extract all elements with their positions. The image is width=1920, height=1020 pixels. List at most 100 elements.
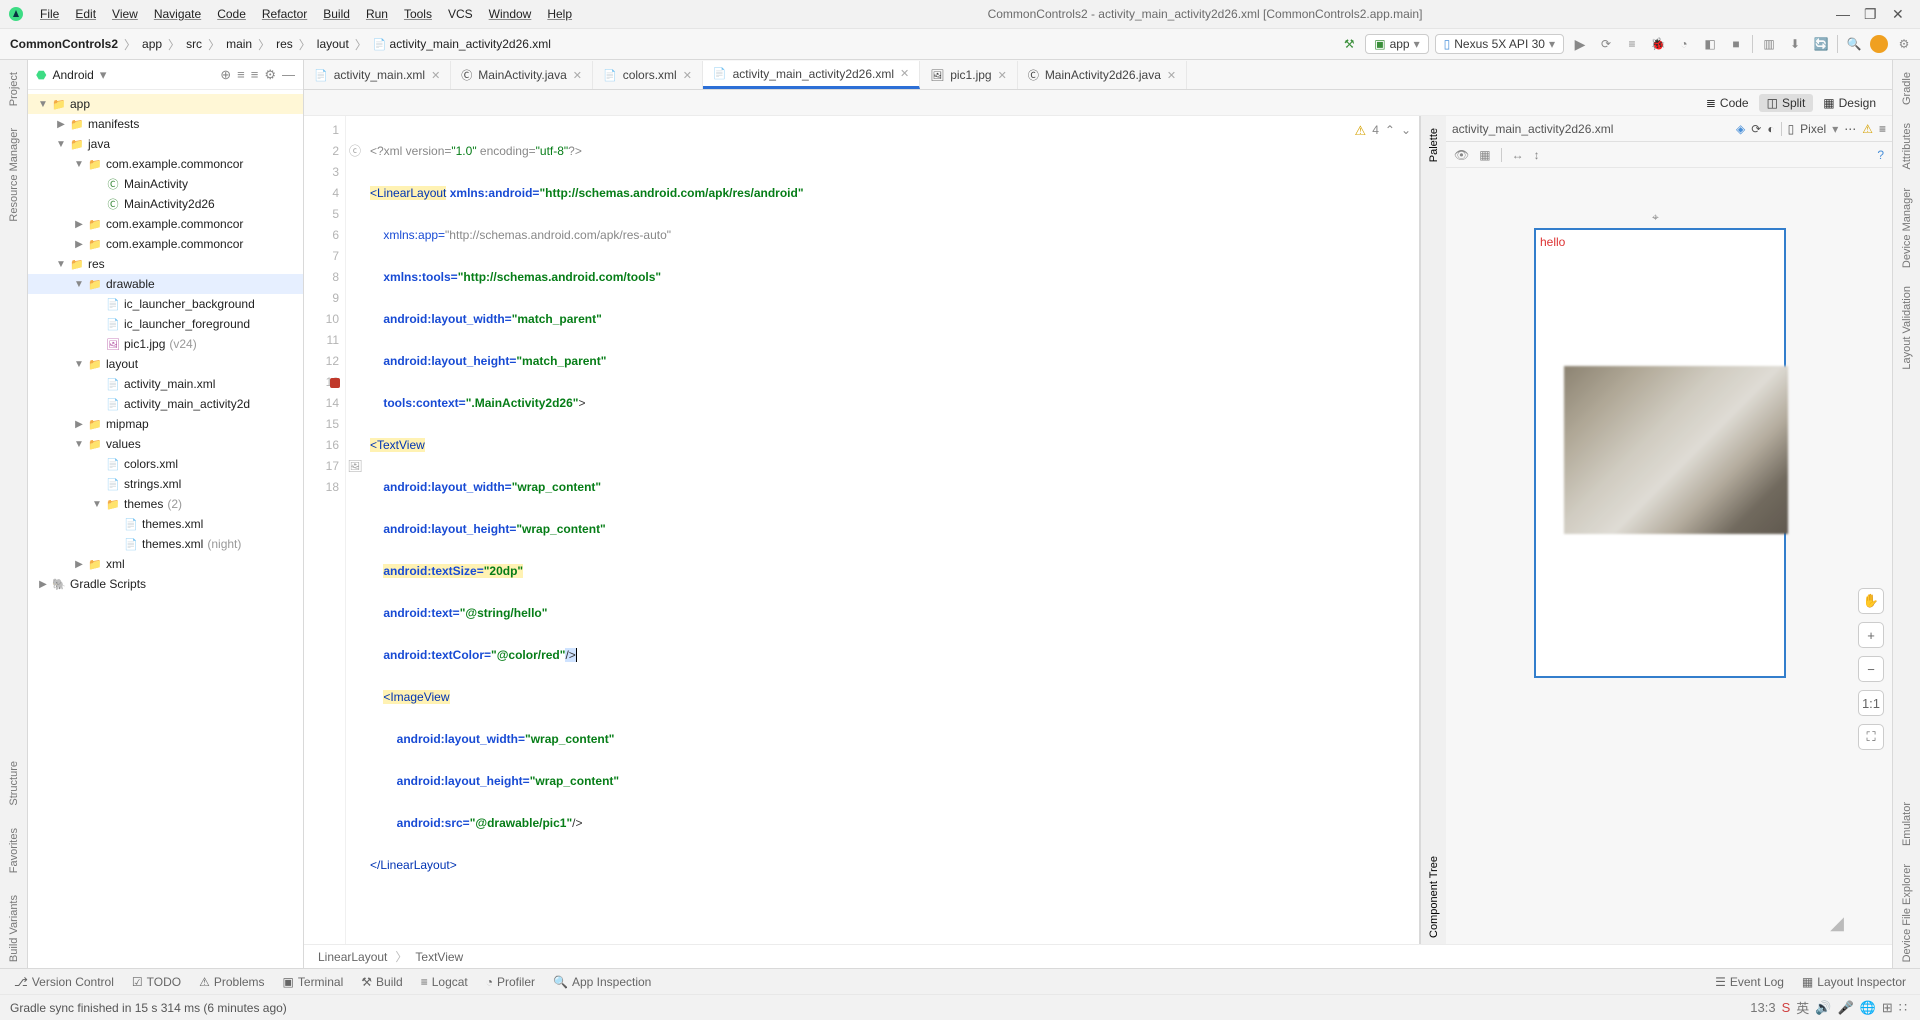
tab-activity-main-xml[interactable]: 📄activity_main.xml✕ (304, 61, 451, 89)
mic-icon[interactable]: 🎤 (1837, 1000, 1853, 1016)
close-tab-icon[interactable]: ✕ (683, 69, 692, 82)
tree-node-strings-xml[interactable]: 📄strings.xml (28, 474, 303, 494)
locate-icon[interactable]: ⊕ (220, 67, 231, 83)
coverage-icon[interactable]: ◧ (1700, 34, 1720, 54)
component-tree-button[interactable]: Component Tree (1428, 850, 1440, 944)
tree-node-com-example-commoncor[interactable]: ▶📁com.example.commoncor (28, 214, 303, 234)
design-help-icon[interactable]: ? (1877, 148, 1884, 162)
tab-pic1-jpg[interactable]: 🖼pic1.jpg✕ (920, 61, 1018, 89)
globe-icon[interactable]: 🌐 (1860, 1000, 1876, 1016)
device-file-explorer-tool-button[interactable]: Device File Explorer (1901, 858, 1913, 968)
menu-vcs[interactable]: VCS (440, 0, 481, 28)
menu-window[interactable]: Window (481, 0, 540, 28)
breadcrumb-app[interactable]: app (138, 37, 166, 51)
design-file-label[interactable]: activity_main_activity2d26.xml (1452, 122, 1730, 136)
arrows-h-icon[interactable]: ↔ (1512, 148, 1524, 162)
breadcrumb-src[interactable]: src (182, 37, 206, 51)
close-tab-icon[interactable]: ✕ (431, 69, 440, 82)
tree-node-mainactivity2d26[interactable]: ⒸMainActivity2d26 (28, 194, 303, 214)
tree-node-res[interactable]: ▼📁res (28, 254, 303, 274)
menu-navigate[interactable]: Navigate (146, 0, 209, 28)
editor-inspection-widget[interactable]: ⚠4⌃⌄ (1355, 120, 1411, 141)
line-gutter[interactable]: 123456789101112131415161718 (304, 116, 346, 944)
structure-tool-button[interactable]: Structure (8, 755, 20, 812)
design-canvas[interactable]: ⌖ hello ◢ ✋ + − 1:1 ⛶ (1446, 168, 1892, 944)
view-mode-split[interactable]: ◫Split (1759, 94, 1814, 112)
close-tab-icon[interactable]: ✕ (998, 69, 1007, 82)
breadcrumb-main[interactable]: main (222, 37, 256, 51)
gradle-tool-button[interactable]: Gradle (1901, 66, 1913, 111)
tree-node-ic-launcher-foreground[interactable]: 📄ic_launcher_foreground (28, 314, 303, 334)
expand-icon[interactable]: ≡ (237, 67, 245, 82)
view-mode-design[interactable]: ▦Design (1815, 94, 1884, 112)
tree-node-layout[interactable]: ▼📁layout (28, 354, 303, 374)
avd-manager-icon[interactable]: ▥ (1759, 34, 1779, 54)
close-tab-icon[interactable]: ✕ (900, 67, 909, 80)
terminal-tab[interactable]: ▣Terminal (283, 975, 344, 989)
layout-validation-tool-button[interactable]: Layout Validation (1901, 280, 1913, 376)
favorites-tool-button[interactable]: Favorites (8, 822, 20, 879)
collapse-icon[interactable]: ≡ (251, 67, 259, 82)
sound-icon[interactable]: 🔊 (1815, 1000, 1831, 1016)
sdk-manager-icon[interactable]: ⬇ (1785, 34, 1805, 54)
build-tab[interactable]: ⚒Build (361, 975, 402, 989)
zoom-out-button[interactable]: − (1858, 656, 1884, 682)
breadcrumb-file[interactable]: activity_main_activity2d26.xml (369, 37, 555, 51)
palette-button[interactable]: Palette (1428, 122, 1440, 168)
lang-icon[interactable]: 英 (1796, 998, 1809, 1017)
tree-node-com-example-commoncor[interactable]: ▶📁com.example.commoncor (28, 234, 303, 254)
menu-help[interactable]: Help (539, 0, 580, 28)
breadcrumb-res[interactable]: res (272, 37, 297, 51)
apply-changes-icon[interactable]: ⟳ (1596, 34, 1616, 54)
resize-handle-icon[interactable]: ◢ (1830, 913, 1844, 934)
tree-node-themes-xml[interactable]: 📄themes.xml (night) (28, 534, 303, 554)
orientation-icon[interactable]: ⟳ (1751, 122, 1761, 136)
search-icon[interactable]: 🔍 (1844, 34, 1864, 54)
breadcrumb-root[interactable]: CommonControls2 (6, 37, 122, 51)
tree-node-pic1-jpg[interactable]: 🖼pic1.jpg (v24) (28, 334, 303, 354)
profile-icon[interactable]: ◔ (1674, 34, 1694, 54)
tree-node-manifests[interactable]: ▶📁manifests (28, 114, 303, 134)
arrows-v-icon[interactable]: ↕ (1534, 148, 1540, 162)
more-icon[interactable]: ⋯ (1844, 122, 1856, 136)
zoom-11-button[interactable]: 1:1 (1858, 690, 1884, 716)
tab-activity-main-activity2d26-xml[interactable]: 📄activity_main_activity2d26.xml✕ (703, 61, 920, 89)
tree-node-values[interactable]: ▼📁values (28, 434, 303, 454)
hammer-icon[interactable]: ⚒ (1339, 34, 1359, 54)
close-tab-icon[interactable]: ✕ (573, 69, 582, 82)
tree-node-themes[interactable]: ▼📁themes (2) (28, 494, 303, 514)
breadcrumb-layout[interactable]: layout (313, 37, 353, 51)
window-close-button[interactable]: ✕ (1892, 7, 1906, 21)
theme-icon[interactable]: ◐ (1767, 122, 1774, 136)
tree-settings-icon[interactable]: ⚙ (264, 67, 276, 83)
preview-textview[interactable]: hello (1540, 235, 1565, 249)
menu-build[interactable]: Build (315, 0, 358, 28)
zoom-in-button[interactable]: + (1858, 622, 1884, 648)
menu-code[interactable]: Code (209, 0, 254, 28)
logcat-tab[interactable]: ≡Logcat (421, 975, 468, 989)
menu-tools[interactable]: Tools (396, 0, 440, 28)
whats-new-icon[interactable] (1870, 35, 1888, 53)
tree-node-app[interactable]: ▼📁app (28, 94, 303, 114)
editor-breadcrumb[interactable]: LinearLayout〉TextView (304, 944, 1892, 968)
attributes-tool-button[interactable]: Attributes (1901, 117, 1913, 175)
tree-node-com-example-commoncor[interactable]: ▼📁com.example.commoncor (28, 154, 303, 174)
problems-tab[interactable]: ⚠Problems (199, 975, 264, 989)
more-status-icon[interactable]: ∷ (1899, 1000, 1907, 1016)
zoom-fit-button[interactable]: ⛶ (1858, 724, 1884, 750)
menu-file[interactable]: File (32, 0, 67, 28)
tree-node-colors-xml[interactable]: 📄colors.xml (28, 454, 303, 474)
todo-tab[interactable]: ☑TODO (132, 975, 181, 989)
stop-icon[interactable]: ■ (1726, 34, 1746, 54)
eye-icon[interactable]: 👁 (1454, 148, 1469, 162)
settings-icon[interactable]: ⚙ (1894, 34, 1914, 54)
device-dropdown[interactable]: ▯Nexus 5X API 30▾ (1435, 34, 1564, 54)
project-tool-button[interactable]: Project (8, 66, 20, 112)
preview-imageview[interactable] (1564, 366, 1788, 534)
grid-icon[interactable]: ⊞ (1882, 1000, 1893, 1016)
tree-node-gradle-scripts[interactable]: ▶🐘Gradle Scripts (28, 574, 303, 594)
design-warning-icon[interactable]: ⚠ (1862, 122, 1873, 136)
menu-run[interactable]: Run (358, 0, 396, 28)
view-mode-code[interactable]: ≣Code (1698, 94, 1757, 112)
profiler-tab[interactable]: ◔Profiler (486, 975, 535, 989)
